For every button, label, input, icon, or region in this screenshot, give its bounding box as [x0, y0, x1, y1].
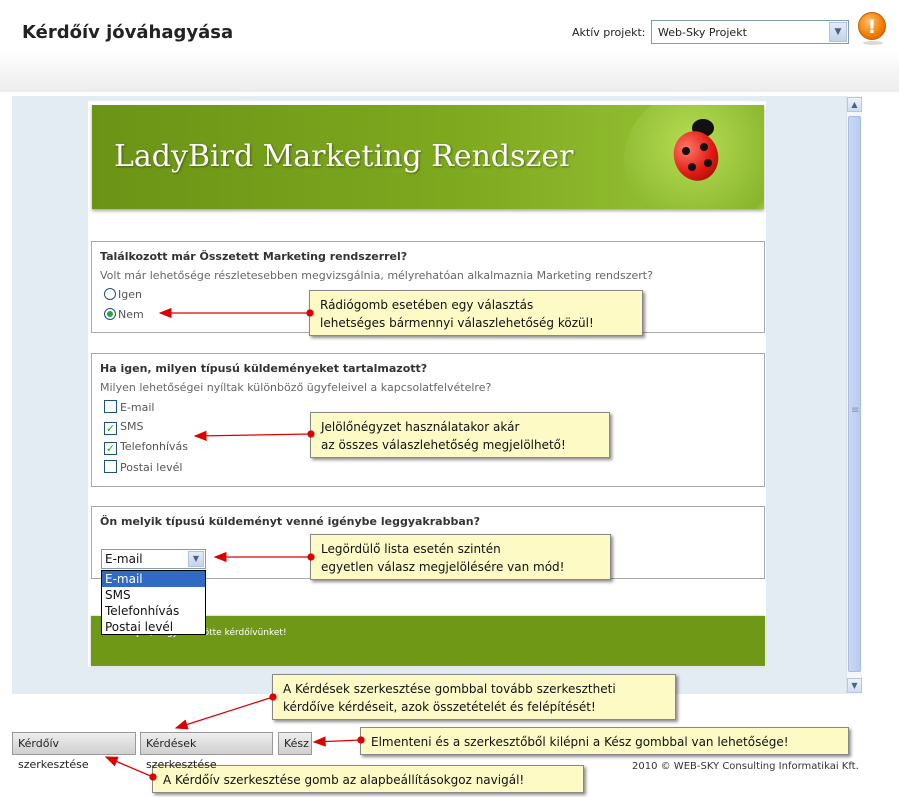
- question-title: Találkozott már Összetett Marketing rend…: [100, 250, 408, 263]
- dropdown-option[interactable]: Telefonhívás: [102, 603, 205, 619]
- project-select[interactable]: Web-Sky Projekt ▼: [651, 20, 849, 44]
- radio-icon[interactable]: [104, 288, 116, 300]
- project-label: Aktív projekt:: [572, 26, 646, 39]
- callout-done-button: Elmenteni és a szerkesztőből kilépni a K…: [360, 727, 849, 755]
- project-select-value: Web-Sky Projekt: [658, 26, 747, 39]
- dropdown-option[interactable]: E-mail: [102, 571, 205, 587]
- done-button[interactable]: Kész: [278, 732, 312, 755]
- copyright-text: 2010 © WEB-SKY Consulting Informatikai K…: [632, 761, 859, 772]
- question-title: Ön melyik típusú küldeményt venné igényb…: [100, 515, 480, 528]
- answer-dropdown[interactable]: E-mail ▼: [101, 549, 206, 569]
- checkbox-option-email[interactable]: E-mail: [104, 400, 155, 414]
- banner: LadyBird Marketing Rendszer: [92, 105, 764, 209]
- callout-questions-button: A Kérdések szerkesztése gombbal tovább s…: [272, 674, 676, 720]
- checkbox-option-postai[interactable]: Postai levél: [104, 460, 182, 474]
- radio-selected-icon[interactable]: [104, 308, 116, 320]
- alert-icon[interactable]: !: [858, 12, 886, 45]
- question-description: Volt már lehetősége részletesebben megvi…: [100, 269, 653, 282]
- page-title: Kérdőív jóváhagyása: [22, 22, 234, 43]
- checkbox-checked-icon[interactable]: ✓: [104, 422, 117, 435]
- question-description: Milyen lehetőségei nyíltak különböző ügy…: [100, 381, 492, 394]
- dropdown-option[interactable]: Postai levél: [102, 619, 205, 635]
- checkbox-checked-icon[interactable]: ✓: [104, 442, 117, 455]
- radio-option-nem[interactable]: Nem: [104, 308, 144, 321]
- checkbox-icon[interactable]: [104, 460, 117, 473]
- dropdown-value: E-mail: [105, 552, 143, 566]
- checkbox-option-sms[interactable]: ✓ SMS: [104, 420, 143, 435]
- scrollbar[interactable]: ▲ ▼: [846, 96, 862, 694]
- chevron-down-icon[interactable]: ▼: [188, 551, 204, 567]
- checkbox-icon[interactable]: [104, 400, 117, 413]
- scroll-down-icon[interactable]: ▼: [847, 678, 862, 693]
- ladybug-image: [667, 119, 725, 187]
- radio-option-igen[interactable]: Igen: [104, 288, 142, 301]
- questions-edit-button[interactable]: Kérdések szerkesztése: [140, 732, 273, 771]
- scroll-thumb[interactable]: [848, 116, 861, 672]
- checkbox-option-telefon[interactable]: ✓ Telefonhívás: [104, 440, 188, 455]
- scroll-up-icon[interactable]: ▲: [847, 97, 862, 112]
- dropdown-list: E-mail SMS Telefonhívás Postai levél: [101, 570, 206, 635]
- question-title: Ha igen, milyen típusú küldeményeket tar…: [100, 362, 428, 375]
- chevron-down-icon[interactable]: ▼: [829, 22, 847, 42]
- top-bar: [0, 0, 899, 92]
- dropdown-option[interactable]: SMS: [102, 587, 205, 603]
- callout-radio: Rádiógomb esetében egy választás lehetsé…: [309, 290, 643, 336]
- banner-title: LadyBird Marketing Rendszer: [114, 139, 574, 174]
- survey-edit-button[interactable]: Kérdőív szerkesztése: [12, 732, 136, 771]
- callout-dropdown: Legördülő lista esetén szintén egyetlen …: [310, 534, 611, 580]
- callout-checkbox: Jelölőnégyzet használatakor akár az össz…: [310, 412, 610, 458]
